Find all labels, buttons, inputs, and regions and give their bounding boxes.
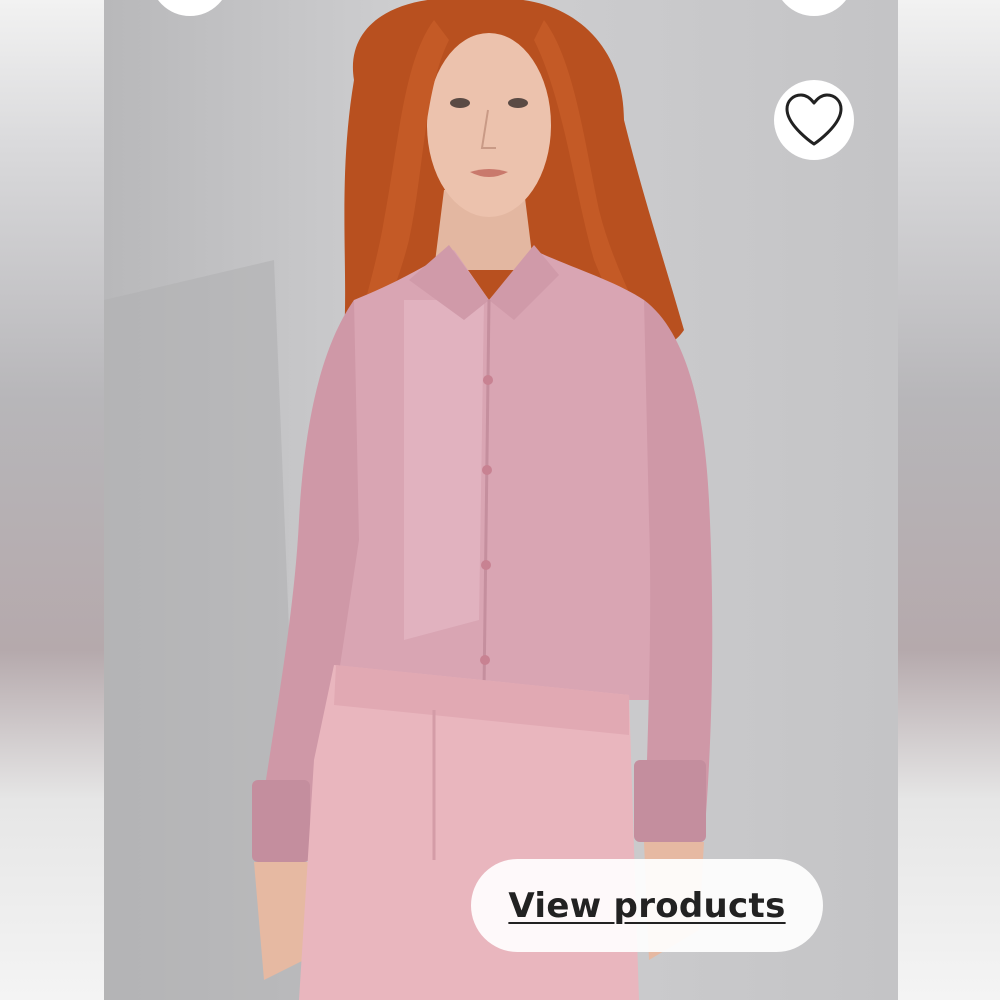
story-viewer: View products	[0, 0, 1000, 1000]
favorite-button[interactable]	[774, 80, 854, 160]
heart-outline-icon	[785, 93, 843, 146]
product-photo	[104, 0, 898, 1000]
view-products-label: View products	[508, 885, 786, 926]
blurred-right-margin	[898, 0, 1000, 1000]
view-products-button[interactable]: View products	[471, 859, 823, 952]
model-illustration	[104, 0, 713, 1000]
blurred-left-margin	[0, 0, 104, 1000]
